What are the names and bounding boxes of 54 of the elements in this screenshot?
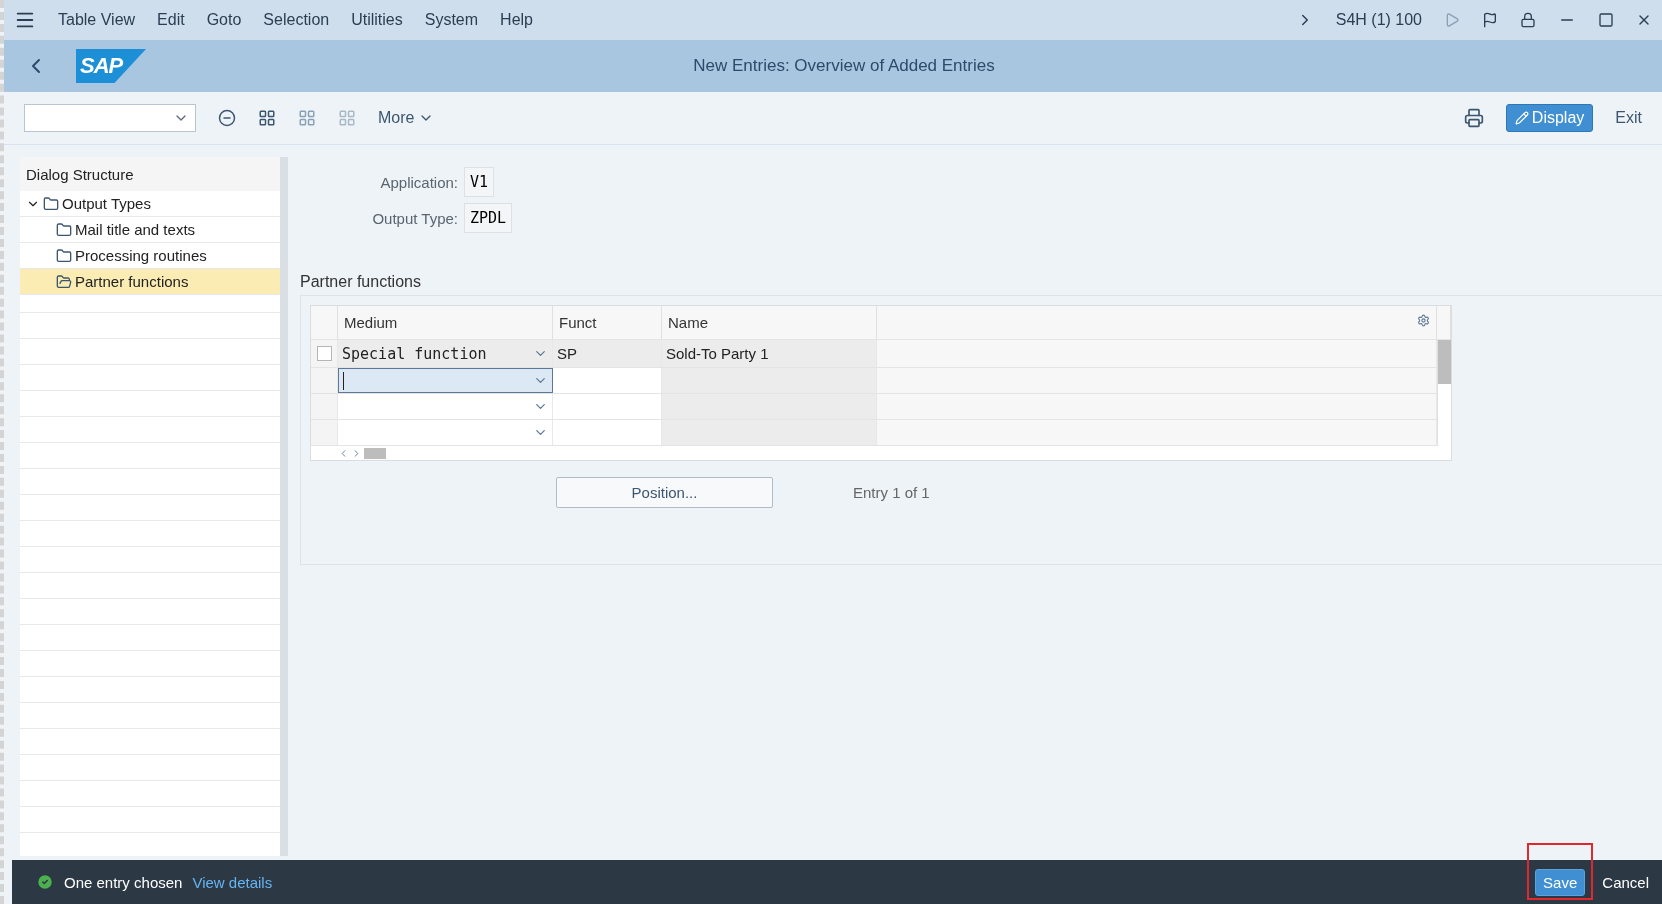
column-header: Funct bbox=[553, 306, 662, 339]
menu-item[interactable]: Goto bbox=[206, 11, 242, 29]
field-label: Output Type: bbox=[371, 209, 458, 227]
success-icon bbox=[36, 873, 54, 891]
table-cell: Sold-To Party 1 bbox=[662, 340, 877, 367]
scrollbar-thumb[interactable] bbox=[364, 447, 386, 459]
position-button[interactable]: Position... bbox=[556, 477, 773, 508]
tree-item[interactable]: Partner functions bbox=[20, 269, 280, 295]
column-header: Name bbox=[662, 306, 877, 339]
vertical-scrollbar[interactable] bbox=[1437, 340, 1451, 446]
menu-item[interactable]: Edit bbox=[157, 11, 185, 29]
window-title: New Entries: Overview of Added Entries bbox=[692, 56, 996, 76]
menu-item[interactable]: Table View bbox=[58, 11, 136, 29]
folder-icon bbox=[56, 221, 72, 238]
section-title: Partner functions bbox=[300, 273, 422, 291]
logo: SAP bbox=[76, 49, 146, 83]
folder-icon bbox=[56, 273, 72, 290]
menu-item[interactable]: System bbox=[424, 11, 479, 29]
view-details-link[interactable]: View details bbox=[192, 873, 273, 891]
column-header: Medium bbox=[338, 306, 553, 339]
entry-info: Entry 1 of 1 bbox=[853, 484, 930, 501]
row-selector-cell[interactable] bbox=[311, 368, 338, 393]
grid-icon[interactable] bbox=[258, 109, 276, 127]
sidebar-title: Dialog Structure bbox=[20, 157, 280, 191]
command-field[interactable] bbox=[24, 104, 196, 132]
system-info: S4H (1) 100 bbox=[1335, 11, 1422, 29]
more-button[interactable]: More bbox=[378, 109, 435, 127]
folder-icon bbox=[43, 195, 59, 212]
maximize-icon[interactable] bbox=[1598, 12, 1614, 28]
scrollbar-thumb[interactable] bbox=[1438, 340, 1451, 384]
row-selector-cell[interactable] bbox=[311, 394, 338, 419]
table-cell: SP bbox=[553, 340, 662, 367]
minus-circle-icon[interactable] bbox=[218, 109, 236, 127]
flag-icon[interactable] bbox=[1482, 12, 1498, 28]
menu-item[interactable]: Selection bbox=[263, 11, 330, 29]
folder-icon bbox=[56, 247, 72, 264]
menu-item[interactable]: Utilities bbox=[351, 11, 403, 29]
lock-icon[interactable] bbox=[1520, 12, 1536, 28]
field-value: V1 bbox=[464, 167, 495, 197]
exit-button[interactable]: Exit bbox=[1615, 109, 1642, 127]
row-checkbox[interactable] bbox=[316, 346, 332, 361]
cancel-button[interactable]: Cancel bbox=[1595, 869, 1656, 895]
row-selector-cell[interactable] bbox=[311, 420, 338, 445]
pencil-icon bbox=[1514, 111, 1529, 125]
dropdown-cell[interactable]: Special function bbox=[338, 340, 553, 367]
play-icon[interactable] bbox=[1444, 12, 1460, 28]
settings-icon[interactable] bbox=[1417, 314, 1430, 327]
row-selector-cell[interactable] bbox=[311, 340, 338, 367]
status-message: One entry chosen bbox=[64, 873, 183, 891]
dropdown-cell[interactable] bbox=[338, 368, 553, 393]
menu-item[interactable]: Help bbox=[500, 11, 533, 29]
print-icon[interactable] bbox=[1463, 108, 1484, 128]
field-value: ZPDL bbox=[464, 203, 513, 233]
field-label: Application: bbox=[379, 173, 458, 191]
